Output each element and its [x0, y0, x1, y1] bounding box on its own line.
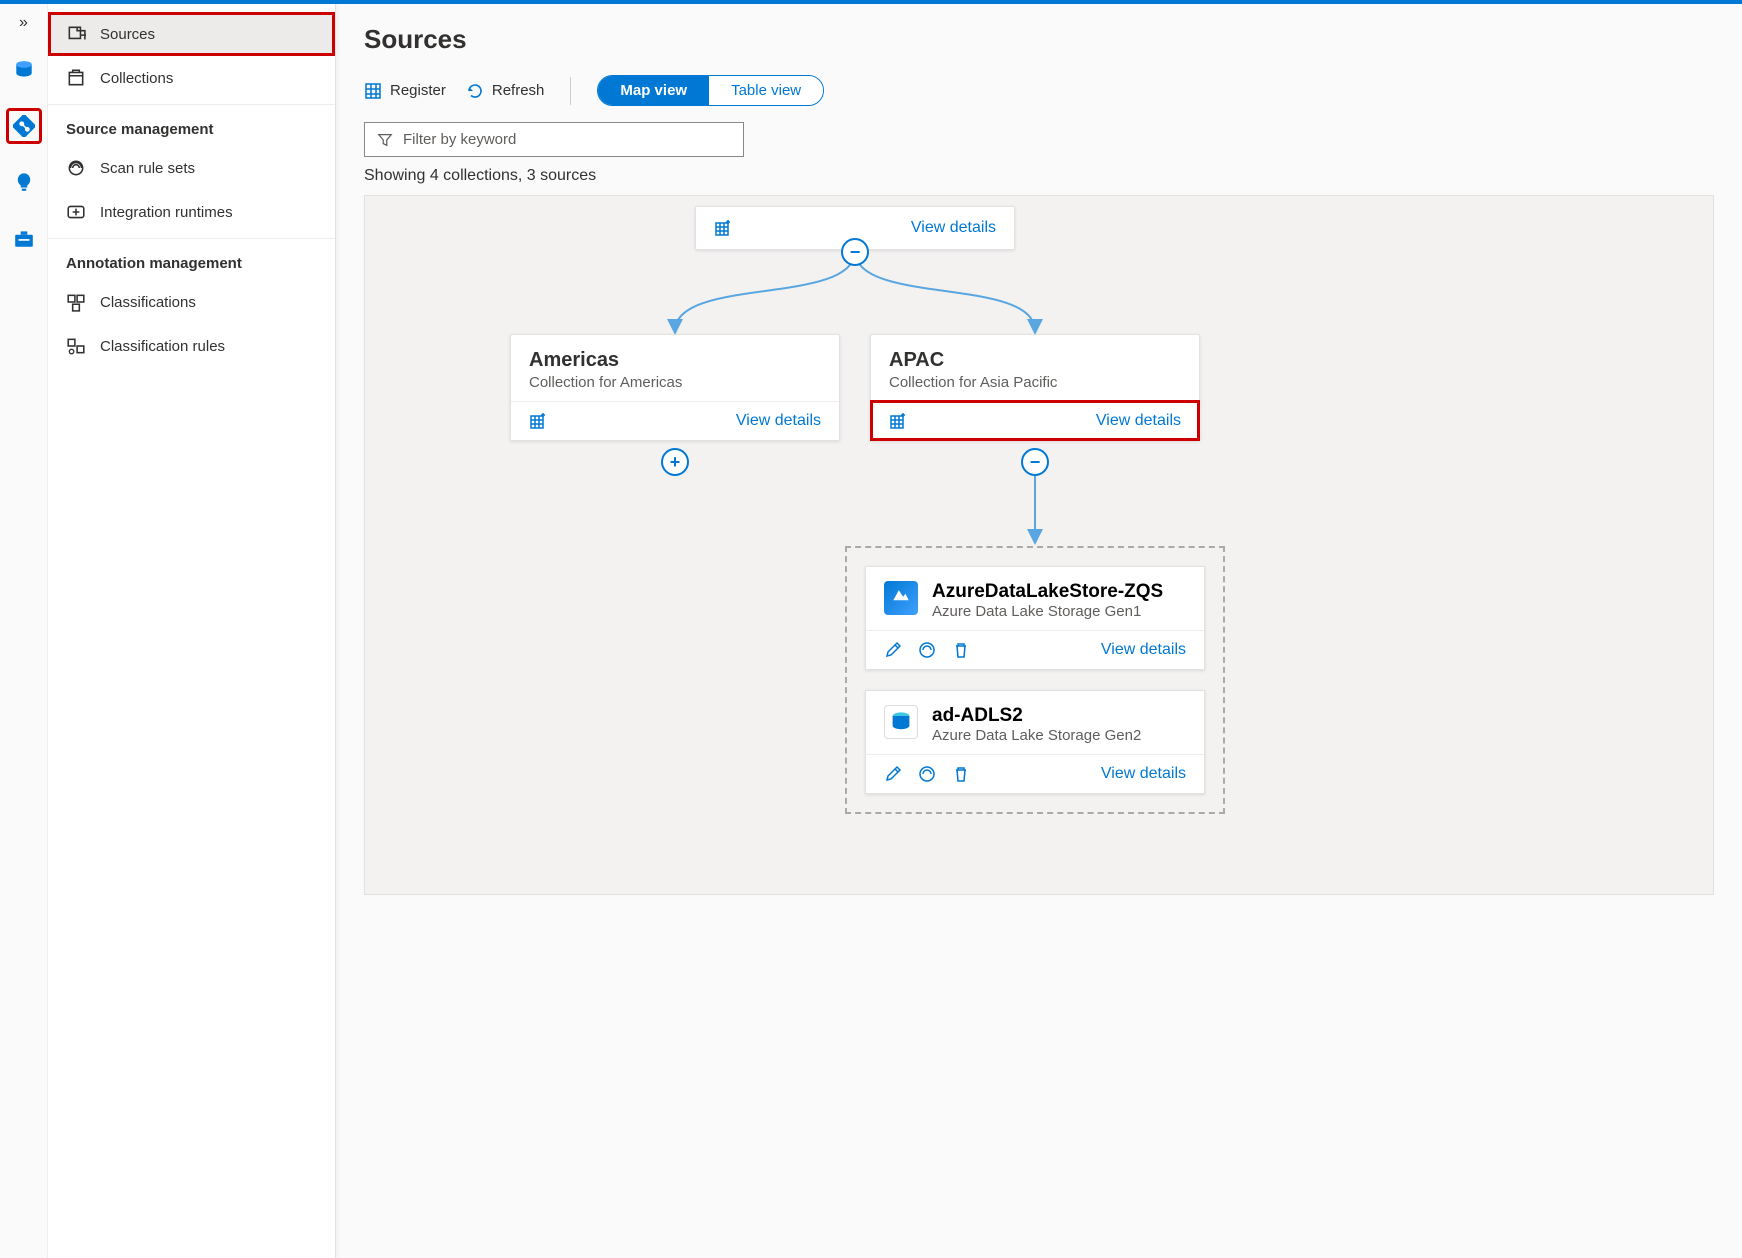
grid-icon: [714, 219, 732, 237]
results-summary: Showing 4 collections, 3 sources: [364, 167, 1714, 185]
rail-management[interactable]: [6, 220, 42, 256]
sidebar-item-integration-runtimes[interactable]: Integration runtimes: [48, 190, 335, 234]
source-title: ad-ADLS2: [932, 705, 1141, 727]
collapse-apac-button[interactable]: −: [1021, 448, 1049, 476]
adls-gen1-icon: [884, 581, 918, 615]
filter-icon: [377, 132, 393, 148]
map-canvas[interactable]: View details − Americas Collection for A…: [364, 195, 1714, 895]
map-view-toggle[interactable]: Map view: [598, 76, 709, 105]
expand-americas-button[interactable]: +: [661, 448, 689, 476]
page-title: Sources: [364, 24, 1714, 55]
card-subtitle: Collection for Americas: [529, 374, 821, 391]
divider: [570, 77, 571, 105]
edit-icon[interactable]: [884, 641, 902, 659]
scan-icon[interactable]: [918, 765, 936, 783]
source-title: AzureDataLakeStore-ZQS: [932, 581, 1163, 603]
collection-card-americas[interactable]: Americas Collection for Americas View de…: [510, 334, 840, 441]
icon-rail: »: [0, 4, 48, 1258]
sidebar-section-header: Source management: [48, 104, 335, 146]
sidebar-item-label: Scan rule sets: [100, 160, 195, 177]
sidebar-section-header: Annotation management: [48, 238, 335, 280]
scan-icon[interactable]: [918, 641, 936, 659]
card-subtitle: Collection for Asia Pacific: [889, 374, 1181, 391]
card-title: APAC: [889, 349, 1181, 372]
rail-data-map[interactable]: [6, 108, 42, 144]
sidebar-item-classifications[interactable]: Classifications: [48, 280, 335, 324]
view-details-link[interactable]: View details: [1101, 765, 1186, 783]
delete-icon[interactable]: [952, 765, 970, 783]
collection-card-apac[interactable]: APAC Collection for Asia Pacific View de…: [870, 334, 1200, 441]
toolbar: Register Refresh Map view Table view: [364, 75, 1714, 106]
edit-icon[interactable]: [884, 765, 902, 783]
source-card-adls2[interactable]: ad-ADLS2 Azure Data Lake Storage Gen2 Vi…: [865, 690, 1205, 794]
view-toggle: Map view Table view: [597, 75, 824, 106]
register-source-icon[interactable]: [529, 412, 547, 430]
view-details-link[interactable]: View details: [736, 412, 821, 430]
sidebar-item-scan-rule-sets[interactable]: Scan rule sets: [48, 146, 335, 190]
rail-insights[interactable]: [6, 164, 42, 200]
source-card-adls1[interactable]: AzureDataLakeStore-ZQS Azure Data Lake S…: [865, 566, 1205, 670]
sidebar-item-sources[interactable]: Sources: [48, 12, 335, 56]
table-view-toggle[interactable]: Table view: [709, 76, 823, 105]
collapse-root-button[interactable]: −: [841, 238, 869, 266]
sidebar-item-label: Collections: [100, 70, 173, 87]
sidebar-item-label: Classifications: [100, 294, 196, 311]
view-details-link[interactable]: View details: [1101, 641, 1186, 659]
adls-gen2-icon: [884, 705, 918, 739]
sidebar-item-classification-rules[interactable]: Classification rules: [48, 324, 335, 368]
expand-rail-button[interactable]: »: [19, 14, 28, 32]
rail-data-catalog[interactable]: [6, 52, 42, 88]
source-subtitle: Azure Data Lake Storage Gen2: [932, 727, 1141, 744]
register-button[interactable]: Register: [364, 82, 446, 100]
sidebar: Sources Collections Source management Sc…: [48, 4, 336, 1258]
register-source-icon[interactable]: [889, 412, 907, 430]
card-title: Americas: [529, 349, 821, 372]
sidebar-item-label: Sources: [100, 26, 155, 43]
delete-icon[interactable]: [952, 641, 970, 659]
main-content: Sources Register Refresh Map view Table …: [336, 4, 1742, 1258]
sources-group: AzureDataLakeStore-ZQS Azure Data Lake S…: [845, 546, 1225, 814]
refresh-button[interactable]: Refresh: [466, 82, 545, 100]
sidebar-item-label: Integration runtimes: [100, 204, 233, 221]
sidebar-item-label: Classification rules: [100, 338, 225, 355]
view-details-link[interactable]: View details: [1096, 412, 1181, 430]
source-subtitle: Azure Data Lake Storage Gen1: [932, 603, 1163, 620]
sidebar-item-collections[interactable]: Collections: [48, 56, 335, 100]
filter-input[interactable]: Filter by keyword: [364, 122, 744, 157]
view-details-link[interactable]: View details: [911, 219, 996, 237]
